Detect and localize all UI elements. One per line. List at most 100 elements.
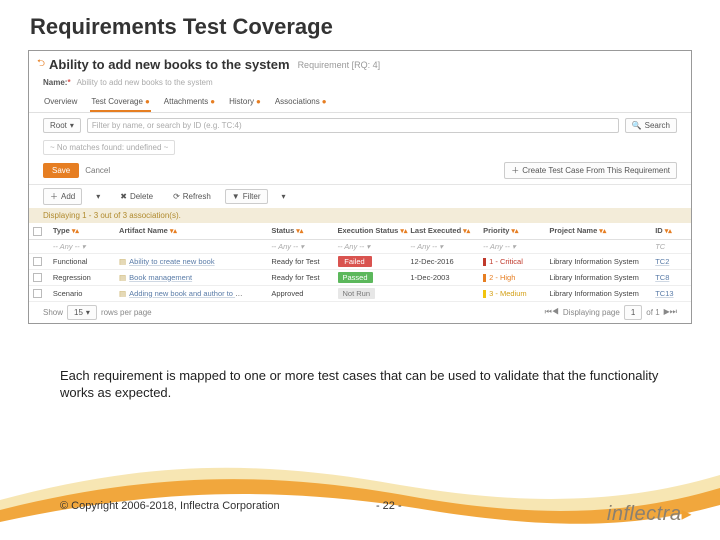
cell-artifact[interactable]: ▤Adding new book and author to library: [115, 285, 247, 301]
cell-last: 12-Dec-2016: [406, 253, 479, 269]
cell-status: Approved: [267, 285, 333, 301]
row-checkbox[interactable]: [33, 273, 42, 282]
back-icon[interactable]: ⮌: [37, 56, 45, 73]
cell-id[interactable]: TC13: [651, 285, 691, 301]
filter-id[interactable]: TC: [651, 239, 691, 253]
chevron-down-icon: ▾: [70, 121, 74, 130]
cell-exec: Failed: [334, 253, 407, 269]
name-row: Name:* Ability to add new books to the s…: [29, 75, 691, 90]
page-title: Ability to add new books to the system: [49, 57, 290, 72]
filter-project[interactable]: [545, 239, 651, 253]
action-row: Save Cancel ＋ Create Test Case From This…: [29, 157, 691, 184]
slide-title: Requirements Test Coverage: [0, 0, 720, 50]
table-header-row: Type▾▴ Artifact Name▾▴ Status▾▴ Executio…: [29, 223, 691, 239]
col-priority[interactable]: Priority▾▴: [479, 223, 545, 239]
cell-project: Library Information System: [545, 253, 651, 269]
refresh-icon: ⟳: [173, 192, 180, 201]
associations-table: Type▾▴ Artifact Name▾▴ Status▾▴ Executio…: [29, 223, 691, 302]
filter-row: -- Any -- ▾ -- Any -- ▾ -- Any -- ▾ -- A…: [29, 239, 691, 253]
marker-dot-icon: ●: [256, 97, 261, 106]
cell-last: 1-Dec-2003: [406, 269, 479, 285]
cell-id[interactable]: TC8: [651, 269, 691, 285]
document-icon: ▤: [119, 273, 126, 282]
table-footer: Show 15 ▾ rows per page ⏮◀ Displaying pa…: [29, 302, 691, 323]
slide-caption: Each requirement is mapped to one or mor…: [60, 368, 660, 402]
cell-project: Library Information System: [545, 285, 651, 301]
search-button[interactable]: 🔍 Search: [625, 118, 677, 133]
root-dropdown[interactable]: Root ▾: [43, 118, 81, 133]
cell-exec: Passed: [334, 269, 407, 285]
table-row: Regression▤Book management Ready for Test…: [29, 269, 691, 285]
col-project[interactable]: Project Name▾▴: [545, 223, 651, 239]
add-button[interactable]: ＋ Add: [43, 188, 82, 205]
cell-status: Ready for Test: [267, 269, 333, 285]
col-id[interactable]: ID▾▴: [651, 223, 691, 239]
rows-per-page-dropdown[interactable]: 15 ▾: [67, 305, 97, 320]
marker-dot-icon: ●: [210, 97, 215, 106]
tab-associations[interactable]: Associations●: [274, 94, 328, 112]
col-last[interactable]: Last Executed▾▴: [406, 223, 479, 239]
cancel-button[interactable]: Cancel: [85, 166, 110, 175]
filter-status[interactable]: -- Any -- ▾: [267, 239, 333, 253]
funnel-icon: ▼: [232, 192, 240, 201]
pager-next-last[interactable]: ▶⏭: [664, 307, 677, 317]
marker-dot-icon: ●: [322, 97, 327, 106]
plus-icon: ＋: [50, 191, 58, 202]
document-icon: ▤: [119, 257, 126, 266]
filter-dropdown[interactable]: ▾: [276, 190, 292, 203]
save-button[interactable]: Save: [43, 163, 79, 178]
col-exec[interactable]: Execution Status▾▴: [334, 223, 407, 239]
create-test-case-button[interactable]: ＋ Create Test Case From This Requirement: [504, 162, 677, 179]
cell-priority: 3 - Medium: [479, 285, 545, 301]
filter-last[interactable]: -- Any -- ▾: [406, 239, 479, 253]
cell-type: Functional: [49, 253, 115, 269]
search-toolbar: Root ▾ Filter by name, or search by ID (…: [29, 113, 691, 138]
filter-priority[interactable]: -- Any -- ▾: [479, 239, 545, 253]
show-label: Show: [43, 308, 63, 317]
name-label: Name:*: [43, 78, 71, 87]
tab-history[interactable]: History●: [228, 94, 262, 112]
cell-artifact[interactable]: ▤Ability to create new book: [115, 253, 247, 269]
no-matches-text: ~ No matches found: undefined ~: [43, 140, 175, 155]
page-number[interactable]: 1: [624, 305, 642, 320]
name-value[interactable]: Ability to add new books to the system: [77, 78, 213, 87]
pager-text: Displaying page: [563, 308, 620, 317]
search-icon: 🔍: [632, 121, 642, 130]
cell-artifact[interactable]: ▤Book management: [115, 269, 247, 285]
col-artifact[interactable]: Artifact Name▾▴: [115, 223, 247, 239]
pager-of: of 1: [646, 308, 659, 317]
select-all-checkbox[interactable]: [33, 227, 42, 236]
tab-overview[interactable]: Overview: [43, 94, 78, 112]
cell-priority: 2 - High: [479, 269, 545, 285]
tab-test-coverage[interactable]: Test Coverage●: [90, 94, 150, 112]
delete-button[interactable]: ✖ Delete: [114, 190, 159, 203]
cell-id[interactable]: TC2: [651, 253, 691, 269]
filter-exec[interactable]: -- Any -- ▾: [334, 239, 407, 253]
col-status[interactable]: Status▾▴: [267, 223, 333, 239]
filter-type[interactable]: -- Any -- ▾: [49, 239, 115, 253]
tab-bar: Overview Test Coverage● Attachments● Histor…: [29, 90, 691, 113]
copyright: © Copyright 2006-2018, Inflectra Corpora…: [60, 500, 280, 512]
pager-prev-first[interactable]: ⏮◀: [545, 307, 559, 317]
page-header: ⮌ Ability to add new books to the system…: [29, 51, 691, 75]
page-number-slide: - 22 -: [376, 500, 402, 512]
search-input[interactable]: Filter by name, or search by ID (e.g. TC…: [87, 118, 619, 133]
filter-artifact[interactable]: [115, 239, 247, 253]
add-dropdown[interactable]: ▾: [90, 190, 106, 203]
col-type[interactable]: Type▾▴: [49, 223, 115, 239]
row-checkbox[interactable]: [33, 289, 42, 298]
cell-project: Library Information System: [545, 269, 651, 285]
cell-type: Scenario: [49, 285, 115, 301]
filter-button[interactable]: ▼ Filter: [225, 189, 268, 204]
display-count-row: Displaying 1 - 3 out of 3 association(s)…: [29, 208, 691, 223]
app-screenshot: ⮌ Ability to add new books to the system…: [28, 50, 692, 324]
table-row: Functional▤Ability to create new book Rea…: [29, 253, 691, 269]
cell-priority: 1 - Critical: [479, 253, 545, 269]
row-checkbox[interactable]: [33, 257, 42, 266]
tab-attachments[interactable]: Attachments●: [163, 94, 216, 112]
cell-last: [406, 285, 479, 301]
cell-exec: Not Run: [334, 285, 407, 301]
cell-status: Ready for Test: [267, 253, 333, 269]
cell-type: Regression: [49, 269, 115, 285]
refresh-button[interactable]: ⟳ Refresh: [167, 190, 217, 203]
